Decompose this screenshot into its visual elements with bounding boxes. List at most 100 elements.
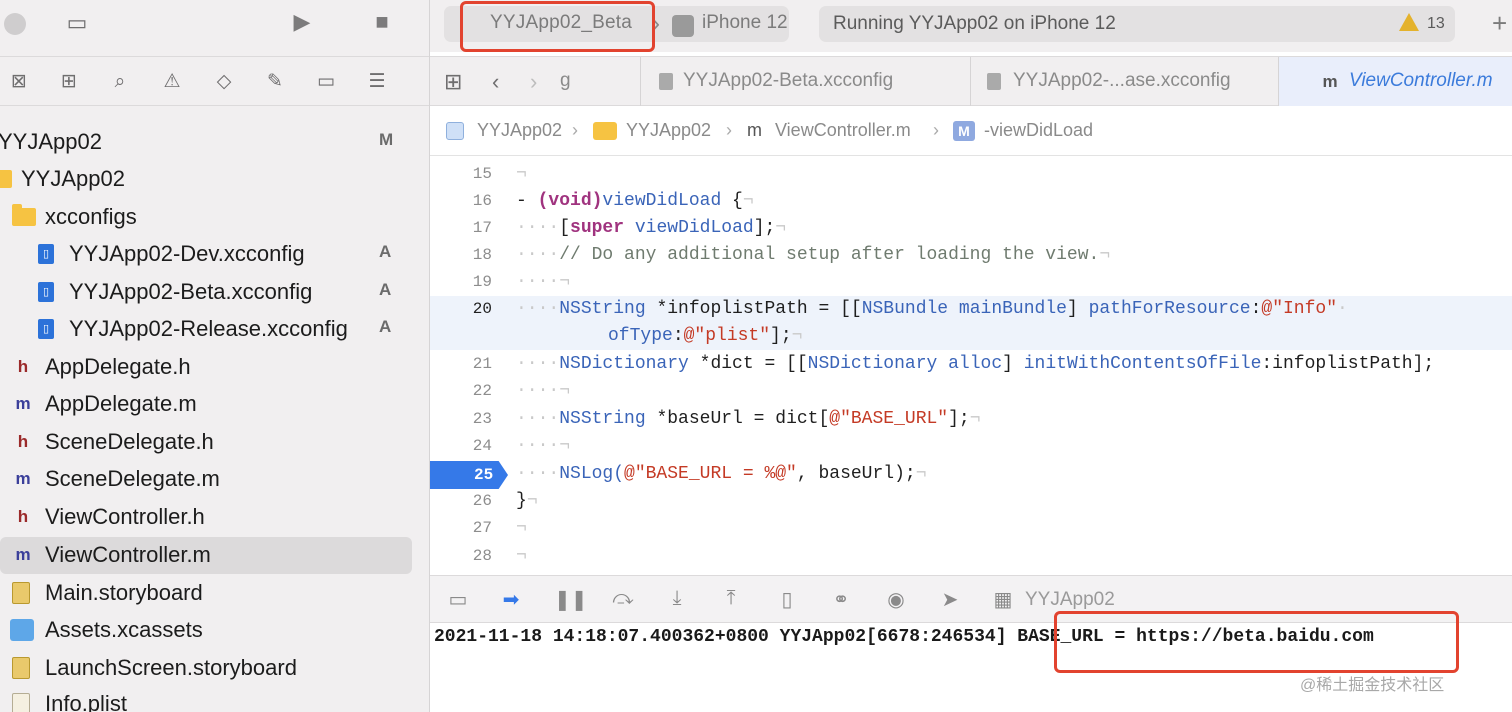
code-text: ····[super viewDidLoad];¬: [516, 218, 787, 238]
code-line: 22 ····¬: [430, 378, 1512, 405]
debug-target-name[interactable]: YYJApp02: [1025, 589, 1115, 611]
jump-bar: YYJApp02 › YYJApp02 › m ViewController.m…: [430, 106, 1512, 156]
tab-release-xcconfig[interactable]: YYJApp02-...ase.xcconfig: [970, 57, 1278, 107]
code-token: NSLog(: [559, 464, 625, 484]
run-destination[interactable]: iPhone 12: [702, 12, 788, 34]
memory-graph-icon[interactable]: ⚭: [828, 587, 854, 612]
code-token: NSBundle: [861, 299, 949, 319]
tree-row-appdelegate-m[interactable]: m AppDelegate.m: [0, 386, 429, 422]
tree-row-scenedelegate-h[interactable]: h SceneDelegate.h: [0, 424, 429, 460]
breadcrumb-file[interactable]: ViewController.m: [775, 120, 911, 141]
debug-navigator-icon[interactable]: ✎: [262, 69, 288, 95]
tree-row-viewcontroller-h[interactable]: h ViewController.h: [0, 499, 429, 535]
code-line: 17 ····[super viewDidLoad];¬: [430, 215, 1512, 242]
issue-navigator-icon[interactable]: ⚠: [159, 69, 185, 95]
tree-row-scenedelegate-m[interactable]: m SceneDelegate.m: [0, 461, 429, 497]
project-navigator-icon[interactable]: ⊠: [6, 69, 32, 95]
sidebar-toggle-icon[interactable]: ▭: [62, 10, 92, 38]
tab-beta-xcconfig[interactable]: YYJApp02-Beta.xcconfig: [640, 57, 970, 107]
step-over-icon[interactable]: ⤼: [610, 587, 636, 610]
editor-area: YYJApp02_Beta › iPhone 12 Running YYJApp…: [430, 0, 1512, 712]
tree-row-launchscreen[interactable]: LaunchScreen.storyboard: [0, 650, 429, 686]
source-status-badge: M: [379, 130, 394, 149]
breakpoint-navigator-icon[interactable]: ▭: [313, 69, 339, 95]
grid-icon[interactable]: ⊞: [444, 69, 462, 95]
tab-label: YYJApp02-...ase.xcconfig: [1013, 70, 1231, 91]
tree-label: AppDelegate.h: [45, 354, 191, 379]
method-icon: M: [953, 121, 975, 141]
forward-icon[interactable]: ›: [530, 69, 537, 95]
tree-row-assets[interactable]: Assets.xcassets: [0, 612, 429, 648]
tree-row-beta-xcconfig[interactable]: ▯ YYJApp02-Beta.xcconfig A: [0, 274, 429, 310]
chevron-right-icon: ›: [572, 120, 578, 140]
code-token: *dict = [[: [688, 354, 808, 374]
warning-count[interactable]: 13: [1427, 15, 1445, 33]
code-text: ····¬: [516, 272, 571, 292]
pause-icon[interactable]: ❚❚: [554, 587, 588, 612]
tree-label: Main.storyboard: [45, 580, 203, 605]
tab-label: ViewController.m: [1349, 70, 1493, 91]
annotation-box: [460, 1, 655, 52]
code-line: 24 ····¬: [430, 433, 1512, 460]
code-token: , baseUrl);: [796, 464, 916, 484]
back-icon[interactable]: ‹: [492, 69, 499, 95]
simulator-icon: [672, 15, 694, 37]
step-into-icon[interactable]: ⤓: [664, 587, 690, 610]
tab-viewcontroller[interactable]: m ViewController.m: [1278, 57, 1512, 107]
run-button-icon[interactable]: ▶: [287, 9, 317, 37]
source-control-icon[interactable]: ⊞: [56, 69, 82, 95]
xcconfig-file-icon: ▯: [38, 319, 54, 339]
test-navigator-icon[interactable]: ◇: [211, 69, 237, 95]
breadcrumb-project[interactable]: YYJApp02: [477, 120, 562, 141]
breakpoints-toggle-icon[interactable]: ➡: [498, 587, 524, 612]
source-editor[interactable]: 15 ¬ 16 - (void)viewDidLoad {¬ 17 ····[s…: [430, 157, 1512, 575]
project-icon: [446, 122, 464, 140]
code-text: ····NSDictionary *dict = [[NSDictionary …: [516, 354, 1435, 374]
line-number: 27: [472, 519, 492, 537]
code-line: 23 ····NSString *baseUrl = dict[@"BASE_U…: [430, 406, 1512, 433]
tree-row-release-xcconfig[interactable]: ▯ YYJApp02-Release.xcconfig A: [0, 311, 429, 347]
xcconfig-file-icon: ▯: [38, 244, 54, 264]
tab-partial[interactable]: g: [550, 57, 640, 107]
hide-debug-area-icon[interactable]: ▭: [445, 587, 471, 612]
tree-row-xcconfigs[interactable]: xcconfigs: [0, 199, 429, 235]
tree-row-viewcontroller-m[interactable]: m ViewController.m: [0, 537, 429, 574]
code-token: *baseUrl = dict[: [645, 409, 830, 429]
step-out-icon[interactable]: ⤒: [718, 587, 744, 610]
environment-overrides-icon[interactable]: ◉: [883, 587, 909, 612]
tree-row-main-storyboard[interactable]: Main.storyboard: [0, 575, 429, 611]
search-icon[interactable]: ⌕: [107, 69, 133, 95]
window-close-button[interactable]: [4, 13, 26, 35]
code-line: 18 ····// Do any additional setup after …: [430, 242, 1512, 269]
code-token: NSString: [559, 409, 646, 429]
add-icon[interactable]: +: [1492, 8, 1507, 39]
line-number: 20: [472, 300, 492, 318]
view-hierarchy-icon[interactable]: ▯: [774, 587, 800, 612]
code-text: ····// Do any additional setup after loa…: [516, 245, 1111, 265]
stop-button-icon[interactable]: ■: [367, 9, 397, 37]
tree-label: YYJApp02-Beta.xcconfig: [69, 279, 313, 304]
report-navigator-icon[interactable]: ☰: [364, 69, 390, 95]
code-token: ofType: [608, 326, 673, 346]
status-text: Running YYJApp02 on iPhone 12: [833, 13, 1116, 34]
warning-icon[interactable]: [1399, 13, 1419, 31]
location-icon[interactable]: ➤: [937, 587, 963, 612]
console-output[interactable]: 2021-11-18 14:18:07.400362+0800 YYJApp02…: [430, 611, 1512, 712]
tree-label: LaunchScreen.storyboard: [45, 655, 297, 680]
tree-row-group[interactable]: YYJApp02: [0, 161, 429, 197]
breadcrumb-method[interactable]: -viewDidLoad: [984, 120, 1093, 141]
tree-row-project[interactable]: YYJApp02 M: [0, 124, 429, 160]
tree-row-dev-xcconfig[interactable]: ▯ YYJApp02-Dev.xcconfig A: [0, 236, 429, 272]
header-file-icon: h: [17, 432, 29, 451]
source-status-badge: A: [379, 242, 392, 261]
code-token: @"BASE_URL": [829, 409, 949, 429]
tree-label: xcconfigs: [45, 204, 137, 229]
watermark: @稀土掘金技术社区: [1300, 677, 1445, 694]
code-token: NSDictionary: [807, 354, 938, 374]
tree-row-info-plist[interactable]: Info.plist: [0, 686, 429, 712]
xcconfig-file-icon: ▯: [38, 282, 54, 302]
tree-row-appdelegate-h[interactable]: h AppDelegate.h: [0, 349, 429, 385]
breadcrumb-group[interactable]: YYJApp02: [626, 120, 711, 141]
implementation-file-icon: m: [15, 394, 31, 413]
line-number: 26: [472, 492, 492, 510]
